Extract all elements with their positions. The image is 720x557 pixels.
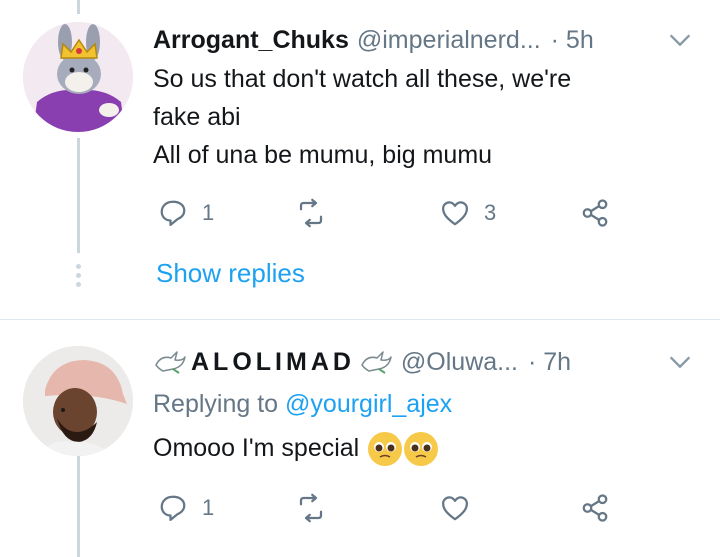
pleading-face-emoji (368, 432, 403, 467)
retweet-button[interactable] (296, 193, 340, 233)
thread-dots (76, 264, 81, 291)
like-button[interactable]: 3 (440, 193, 496, 233)
tweet-2[interactable]: ALOLIMAD @Oluwa... · 7h Replying to @you… (0, 320, 720, 557)
tweet-text-line-3: All of una be mumu, big mumu (153, 141, 493, 169)
action-bar: 1 (150, 488, 650, 528)
tweet-text: Omooo I'm special (153, 429, 439, 467)
tweet-header: Arrogant_Chuks @imperialnerd... · 5h (153, 22, 700, 58)
chevron-down-icon[interactable] (666, 348, 694, 376)
share-button[interactable] (580, 193, 610, 233)
reply-icon (160, 495, 186, 521)
tweet-header: ALOLIMAD @Oluwa... · 7h (153, 344, 700, 380)
reply-button[interactable]: 1 (158, 488, 214, 528)
retweet-icon (299, 493, 323, 523)
reply-button[interactable]: 1 (158, 193, 214, 233)
share-icon (582, 494, 608, 522)
like-count: 3 (484, 200, 497, 225)
tweet-text-body: Omooo I'm special (153, 434, 360, 462)
author-handle[interactable]: @imperialnerd... (357, 26, 541, 55)
share-button[interactable] (580, 488, 610, 528)
retweet-button[interactable] (296, 488, 340, 528)
retweet-icon (299, 198, 323, 228)
tweet-time[interactable]: · 5h (551, 26, 594, 55)
avatar[interactable] (23, 22, 133, 132)
tweet-time[interactable]: · 7h (528, 348, 571, 377)
replying-to-line: Replying to @yourgirl_ajex (153, 385, 452, 423)
tweet-text-line-1: So us that don't watch all these, we're (153, 65, 572, 93)
replying-to-mention[interactable]: @yourgirl_ajex (285, 390, 452, 418)
pleading-face-emoji (404, 432, 439, 467)
like-icon (442, 496, 468, 521)
tweet-1[interactable]: Arrogant_Chuks @imperialnerd... · 5h So … (0, 0, 720, 319)
author-name[interactable]: Arrogant_Chuks (153, 26, 349, 55)
show-replies-link[interactable]: Show replies (156, 258, 305, 289)
dove-icon (155, 351, 186, 374)
share-icon (582, 199, 608, 227)
reply-count: 1 (202, 200, 215, 225)
chevron-down-icon[interactable] (666, 26, 694, 54)
reply-icon (160, 200, 186, 226)
reply-count: 1 (202, 495, 215, 520)
tweet-text-line-2: fake abi (153, 103, 241, 131)
action-bar: 1 3 (150, 193, 650, 233)
like-icon (442, 201, 468, 226)
dove-icon (361, 351, 392, 374)
like-button[interactable] (440, 488, 484, 528)
replying-to-label: Replying to (153, 390, 286, 418)
author-handle[interactable]: @Oluwa... (401, 348, 518, 377)
author-name[interactable]: ALOLIMAD (191, 348, 355, 377)
avatar[interactable] (23, 346, 133, 456)
